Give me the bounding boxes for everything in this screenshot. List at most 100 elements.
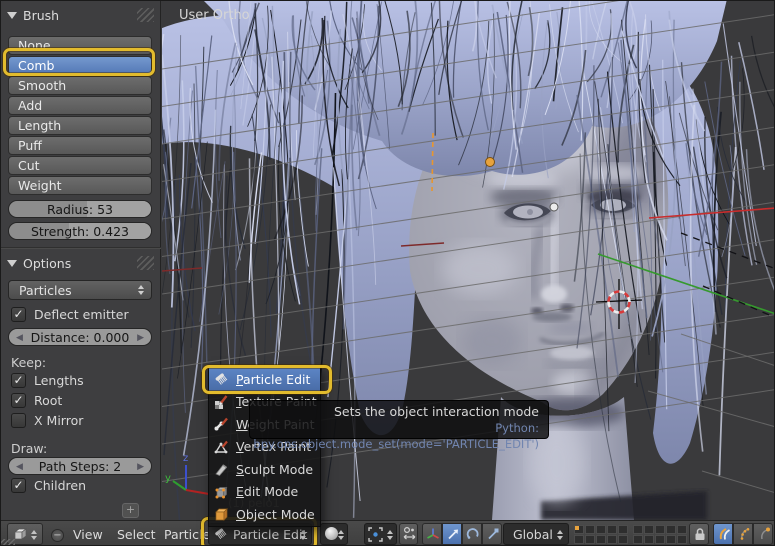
tooltip: Sets the object interaction mode Python:… [249,400,549,439]
brush-comb-button[interactable]: Comb [8,56,152,75]
updown-arrows-icon [300,530,306,540]
root-checkbox[interactable]: ✓ [11,393,26,408]
keep-label: Keep: [11,355,46,370]
path-select-mode-toggle[interactable] [713,523,733,545]
gizmo-z-label: z [183,453,188,464]
children-row[interactable]: ✓ Children [11,478,86,493]
viewport-header: − View Select Particle Particle Edit [1,520,775,546]
brush-weight-button[interactable]: Weight [8,176,152,195]
updown-arrows-icon [557,530,563,540]
root-label: Root [34,393,62,408]
draw-label: Draw: [11,441,47,456]
point-select-icon [736,526,752,542]
scene-lock-toggle[interactable] [689,523,709,545]
collapse-triangle-icon [7,260,17,267]
collapse-menus-icon[interactable]: − [51,529,64,542]
brush-none-button[interactable]: None [8,36,152,55]
path-steps-field[interactable]: ◀ Path Steps: 2 ▶ [8,457,152,475]
weight-paint-icon [213,416,229,432]
tip-select-icon [756,526,772,542]
comb-icon [213,371,229,387]
brush-puff-button[interactable]: Puff [8,136,152,155]
updown-arrows-icon [338,530,344,540]
menu-item-sculpt-mode[interactable]: Sculpt Mode [209,458,320,481]
collapse-triangle-icon [7,12,17,19]
tool-shelf: Brush None Comb Smooth Add Length Puff C… [1,1,161,520]
brush-cut-button[interactable]: Cut [8,156,152,175]
edit-mode-icon [213,484,229,500]
translate-manipulator-toggle[interactable] [442,523,462,545]
point-select-mode-toggle[interactable] [733,523,753,545]
manipulate-centers-toggle[interactable] [399,523,418,545]
layer-cell-active[interactable] [574,525,584,534]
path-steps-value: Path Steps: 2 [9,459,151,474]
panel-drag-grip[interactable] [137,8,154,22]
path-select-icon [716,526,732,542]
tooltip-python: Python: bpy.ops.object.mode_set(mode='PA… [250,420,539,452]
radius-slider[interactable]: Radius: 53 [8,200,152,218]
strength-slider[interactable]: Strength: 0.423 [8,222,152,240]
increment-arrow-icon[interactable]: ▶ [137,462,144,472]
scale-manipulator-icon [485,526,501,542]
brush-add-button[interactable]: Add [8,96,152,115]
left-eye [500,203,554,225]
menu-item-object-mode[interactable]: Object Mode [209,503,320,526]
children-checkbox[interactable]: ✓ [11,478,26,493]
particles-dropdown-value: Particles [19,283,72,298]
distance-field[interactable]: ◀ Distance: 0.000 ▶ [8,328,152,346]
x-mirror-row[interactable]: X Mirror [11,413,83,428]
particle-key-orange[interactable] [486,158,495,167]
increment-arrow-icon[interactable]: ▶ [137,333,144,343]
manipulate-centers-icon [402,526,417,542]
select-menu[interactable]: Select [117,527,156,542]
x-mirror-checkbox[interactable] [11,413,26,428]
deflect-emitter-label: Deflect emitter [34,307,129,322]
viewport-shading-selector[interactable] [320,523,348,545]
mode-selector-label: Particle Edit [233,527,307,542]
pivot-point-icon [367,526,384,543]
axes-icon [425,526,441,542]
keep-root-row[interactable]: ✓ Root [11,393,62,408]
view-label: User Ortho [179,8,250,23]
brush-panel-title: Brush [23,8,59,23]
particle-menu[interactable]: Particle [164,527,210,542]
children-label: Children [34,478,86,493]
strength-slider-value: Strength: 0.423 [9,224,151,239]
tip-select-mode-toggle[interactable] [753,523,773,545]
options-panel-header[interactable]: Options [7,254,71,272]
brush-smooth-button[interactable]: Smooth [8,76,152,95]
layers-widget-left[interactable] [574,525,628,544]
scale-manipulator-toggle[interactable] [482,523,502,545]
deflect-emitter-row[interactable]: ✓ Deflect emitter [11,307,129,322]
layers-widget-right[interactable] [633,525,687,544]
lengths-label: Lengths [34,373,84,388]
manipulator-axes-toggle[interactable] [422,523,442,545]
brush-length-button[interactable]: Length [8,116,152,135]
add-plus-icon[interactable]: + [122,503,139,518]
comb-icon [213,526,228,544]
view-menu[interactable]: View [73,527,103,542]
lock-icon [692,526,708,542]
menu-item-edit-mode[interactable]: Edit Mode [209,481,320,504]
panel-drag-grip[interactable] [137,256,154,270]
rotate-manipulator-toggle[interactable] [462,523,482,545]
brush-panel-header[interactable]: Brush [7,6,59,24]
pivot-point-selector[interactable] [364,523,397,545]
tooltip-title: Sets the object interaction mode [250,404,539,420]
orientation-selector[interactable]: Global [503,523,569,545]
window-resize-grip[interactable] [1,539,15,546]
particle-key-white[interactable] [550,203,558,211]
blender-window: Brush None Comb Smooth Add Length Puff C… [0,0,775,546]
keep-lengths-row[interactable]: ✓ Lengths [11,373,84,388]
updown-arrows-icon [387,530,393,540]
menu-item-particle-edit[interactable]: Particle Edit [209,368,320,391]
panel-separator [1,247,161,249]
translate-manipulator-icon [445,526,461,542]
particles-dropdown[interactable]: Particles [8,280,152,300]
gizmo-y-label: y [165,473,171,484]
texture-paint-icon [213,394,229,410]
x-mirror-label: X Mirror [34,413,83,428]
lengths-checkbox[interactable]: ✓ [11,373,26,388]
deflect-emitter-checkbox[interactable]: ✓ [11,307,26,322]
orientation-selector-label: Global [513,527,553,542]
